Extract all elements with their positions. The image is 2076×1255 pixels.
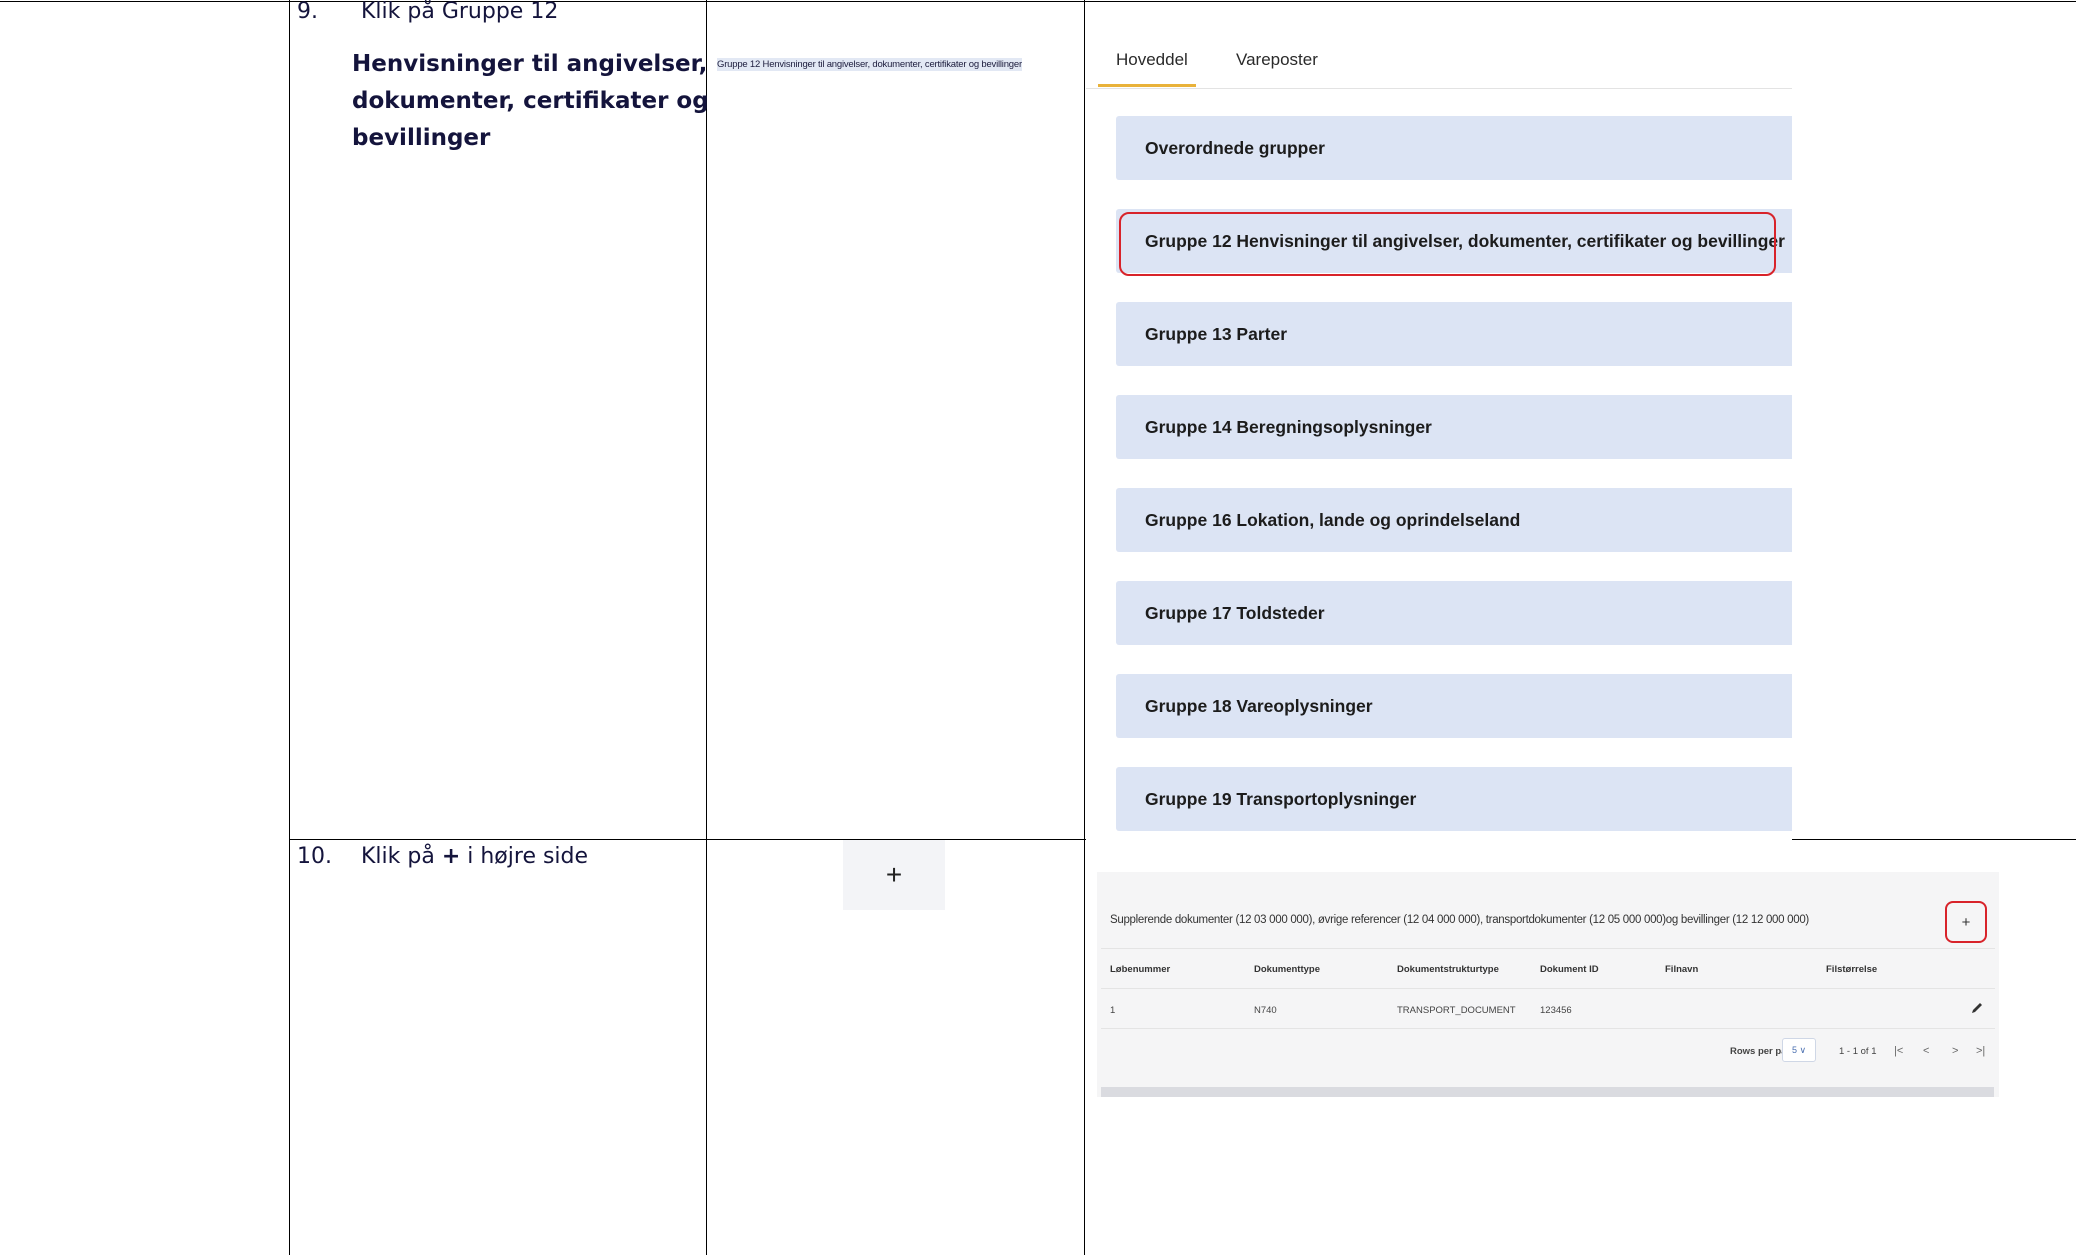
- group-label: Gruppe 18 Vareoplysninger: [1145, 695, 1373, 716]
- column-header: Løbenummer: [1110, 964, 1171, 975]
- first-page-icon[interactable]: |<: [1894, 1045, 1903, 1057]
- step-text: i højre side: [460, 844, 589, 869]
- cell: 1: [1110, 1005, 1116, 1016]
- group-label: Overordnede grupper: [1145, 137, 1325, 158]
- prev-page-icon[interactable]: <: [1923, 1045, 1929, 1057]
- tab-hoveddel[interactable]: Hoveddel: [1116, 50, 1188, 70]
- group-label: Gruppe 19 Transportoplysninger: [1145, 788, 1417, 809]
- cell: N740: [1254, 1005, 1277, 1016]
- cell: TRANSPORT_DOCUMENT: [1397, 1005, 1516, 1016]
- bold-line: Henvisninger til angivelser,: [352, 51, 708, 77]
- divider: [1101, 988, 1995, 989]
- step-10-line: 10. Klik på + i højre side: [297, 838, 588, 875]
- step-number: 10.: [297, 844, 332, 869]
- table-border: [706, 0, 707, 1255]
- table-border: [1084, 0, 1085, 1255]
- pencil-icon[interactable]: [1970, 1001, 1984, 1019]
- rows-per-page-select[interactable]: 5 ∨: [1782, 1038, 1816, 1062]
- tab-bar: Hoveddel Vareposter: [1086, 36, 1792, 89]
- group-12-mini-label: Gruppe 12 Henvisninger til angivelser, d…: [717, 58, 1022, 71]
- active-tab-indicator: [1098, 84, 1196, 87]
- next-page-icon[interactable]: >: [1952, 1045, 1958, 1057]
- column-header: Dokument ID: [1540, 964, 1599, 975]
- tab-vareposter[interactable]: Vareposter: [1236, 50, 1318, 70]
- group-16[interactable]: Gruppe 16 Lokation, lande og oprindelsel…: [1116, 488, 1792, 552]
- divider: [1101, 1028, 1995, 1029]
- group-13[interactable]: Gruppe 13 Parter: [1116, 302, 1792, 366]
- group-17[interactable]: Gruppe 17 Toldsteder: [1116, 581, 1792, 645]
- highlight-box: [1119, 212, 1776, 276]
- group-19[interactable]: Gruppe 19 Transportoplysninger: [1116, 767, 1792, 831]
- divider: [1101, 948, 1995, 949]
- bold-line: bevillinger: [352, 125, 491, 151]
- range-label: 1 - 1 of 1: [1839, 1046, 1877, 1057]
- group-label: Gruppe 13 Parter: [1145, 323, 1287, 344]
- footer-bar: [1101, 1087, 1994, 1097]
- step-number: 9.: [297, 0, 318, 24]
- column-header: Filnavn: [1665, 964, 1699, 975]
- cell: 123456: [1540, 1005, 1572, 1016]
- group-label: Gruppe 14 Beregningsoplysninger: [1145, 416, 1432, 437]
- last-page-icon[interactable]: >|: [1976, 1045, 1985, 1057]
- section-description: Supplerende dokumenter (12 03 000 000), …: [1110, 914, 1809, 926]
- bold-line: dokumenter, certifikater og: [352, 88, 709, 114]
- group-label: Gruppe 17 Toldsteder: [1145, 602, 1325, 623]
- group-14[interactable]: Gruppe 14 Beregningsoplysninger: [1116, 395, 1792, 459]
- column-header: Dokumenttype: [1254, 964, 1320, 975]
- group-label: Gruppe 16 Lokation, lande og oprindelsel…: [1145, 509, 1521, 530]
- step-text: Klik på Gruppe 12: [361, 0, 559, 24]
- plus-button-sample: +: [843, 840, 945, 910]
- table-border: [289, 0, 290, 1255]
- column-header: Dokumentstrukturtype: [1397, 964, 1499, 975]
- groups-screenshot: Hoveddel Vareposter Overordnede grupper …: [1086, 36, 1792, 842]
- step-9-line: 9. Klik på Gruppe 12: [297, 0, 558, 30]
- group-18[interactable]: Gruppe 18 Vareoplysninger: [1116, 674, 1792, 738]
- add-button[interactable]: +: [1945, 901, 1987, 943]
- step-text: Klik på: [361, 844, 442, 869]
- group-overordnede[interactable]: Overordnede grupper: [1116, 116, 1792, 180]
- column-header: Filstørrelse: [1826, 964, 1878, 975]
- plus-symbol: +: [441, 844, 461, 869]
- documents-screenshot: Supplerende dokumenter (12 03 000 000), …: [1097, 872, 1999, 1097]
- step-9-bold-text: Henvisninger til angivelser, dokumenter,…: [352, 46, 709, 157]
